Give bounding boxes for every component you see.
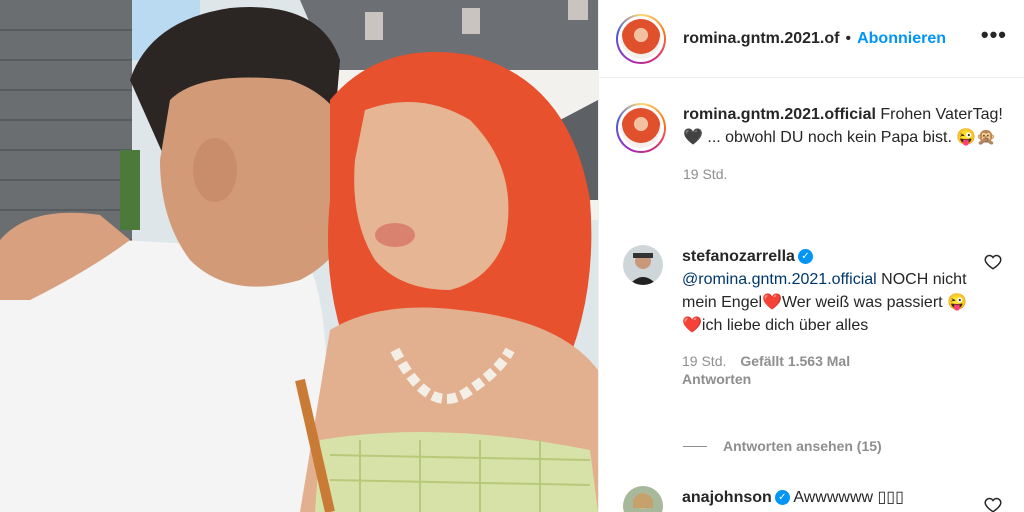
comment-text: Awwwwww ▯▯▯ — [793, 489, 904, 506]
separator-dot: • — [845, 29, 852, 47]
caption-username[interactable]: romina.gntm.2021.official — [683, 106, 876, 123]
couple-kiss-photo — [0, 0, 598, 512]
post-caption: romina.gntm.2021.official Frohen VaterTa… — [616, 103, 1016, 182]
verified-badge-icon: ✓ — [774, 490, 790, 506]
comment-time[interactable]: 19 Std. — [682, 353, 726, 369]
verified-badge-icon: ✓ — [797, 249, 813, 265]
view-replies-label: Antworten ansehen (15) — [723, 438, 882, 454]
post-header: romina.gntm.2021.of • Abonnieren ••• — [599, 0, 1024, 78]
commenter-avatar[interactable] — [623, 486, 663, 512]
like-comment-heart-icon[interactable] — [984, 253, 1002, 271]
reply-button[interactable]: Antworten — [682, 371, 982, 387]
author-username[interactable]: romina.gntm.2021.of — [683, 30, 839, 48]
post-sidebar: romina.gntm.2021.of • Abonnieren ••• rom… — [598, 0, 1024, 512]
commenter-username[interactable]: anajohnson — [682, 489, 772, 506]
more-options-icon[interactable]: ••• — [981, 22, 1007, 48]
view-replies-button[interactable]: Antworten ansehen (15) — [683, 438, 882, 454]
caption-avatar[interactable] — [616, 103, 666, 153]
commenter-username[interactable]: stefanozarrella — [682, 248, 795, 265]
author-avatar[interactable] — [616, 13, 666, 64]
divider — [683, 445, 707, 447]
follow-button[interactable]: Abonnieren — [857, 30, 946, 48]
comment-item: anajohnson ✓ Awwwwww ▯▯▯ — [623, 486, 1018, 512]
post-photo[interactable] — [0, 0, 598, 512]
like-comment-heart-icon[interactable] — [984, 496, 1002, 512]
caption-time[interactable]: 19 Std. — [683, 166, 727, 182]
comment-item: stefanozarrella ✓ @romina.gntm.2021.offic… — [623, 245, 1018, 387]
comment-likes[interactable]: Gefällt 1.563 Mal — [740, 353, 850, 369]
comment-mention[interactable]: @romina.gntm.2021.official — [682, 271, 877, 288]
commenter-avatar[interactable] — [623, 245, 663, 285]
